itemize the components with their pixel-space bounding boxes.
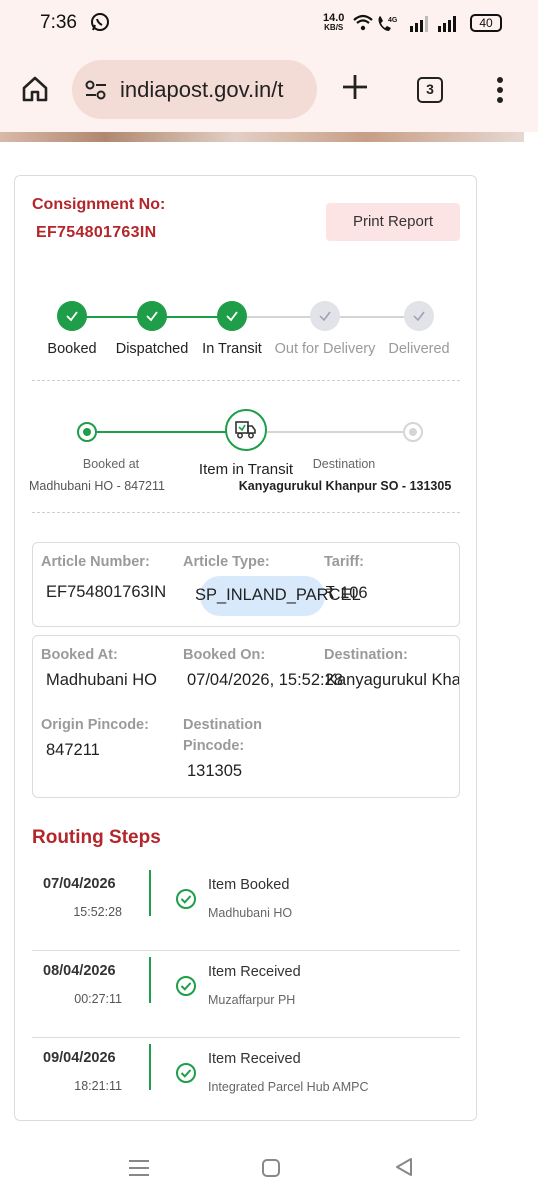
step-out-for-delivery-check-icon (310, 301, 340, 331)
routing-steps-heading: Routing Steps (32, 827, 161, 848)
booked-at-label: Booked At: (41, 647, 118, 663)
network-speed: 14.0 KB/S (323, 13, 344, 33)
speed-value: 14.0 (323, 12, 345, 24)
routing-step-location: Muzaffarpur PH (208, 993, 296, 1007)
routing-step-date: 08/04/2026 (43, 963, 116, 979)
consignment-number: EF754801763IN (36, 224, 157, 241)
step-in-transit-check-icon (217, 301, 247, 331)
destination-office-value: Kanyagurukul Khanpur SO (326, 671, 459, 689)
booked-at-value: Madhubani HO (46, 671, 157, 689)
check-circle-icon (175, 975, 197, 1002)
article-number-label: Article Number: (41, 554, 150, 570)
routing-step-event: Item Received (208, 1051, 301, 1067)
whatsapp-icon (90, 12, 110, 37)
routing-step-event: Item Received (208, 964, 301, 980)
home-button-icon[interactable] (261, 1158, 281, 1183)
routing-step-location: Integrated Parcel Hub AMPC (208, 1080, 369, 1094)
routing-step-location: Madhubani HO (208, 906, 293, 920)
routing-step-event: Item Booked (208, 877, 290, 893)
check-circle-icon (175, 888, 197, 915)
print-report-button[interactable]: Print Report (326, 203, 460, 241)
clock: 7:36 (40, 12, 77, 33)
consignment-label: Consignment No: (32, 196, 166, 213)
origin-pincode-value: 847211 (46, 741, 100, 759)
article-info-box: Article Number: EF754801763IN Article Ty… (32, 542, 460, 627)
url-text: indiapost.gov.in/t (120, 77, 284, 102)
recent-apps-icon[interactable] (128, 1158, 150, 1183)
home-icon[interactable] (20, 74, 50, 109)
routing-step: 09/04/2026 18:21:11 Item Received Integr… (32, 1038, 460, 1120)
article-type-label: Article Type: (183, 554, 270, 570)
route-remaining-line (267, 431, 413, 433)
tariff-value: ₹ 106 (325, 584, 368, 602)
status-bar: 7:36 14.0 KB/S 4G 40 (0, 0, 538, 48)
destination-label: Destination (312, 457, 376, 471)
address-bar[interactable]: indiapost.gov.in/t (72, 60, 317, 119)
origin-marker-icon (77, 422, 97, 442)
speed-unit: KB/S (324, 23, 344, 32)
routing-step-date: 07/04/2026 (43, 876, 116, 892)
progress-stepper: Booked Dispatched In Transit Out for Del… (15, 296, 476, 366)
routing-step-time: 18:21:11 (74, 1079, 122, 1093)
destination-pincode-label-line2: Pincode: (183, 738, 245, 754)
origin-pincode-label: Origin Pincode: (41, 717, 149, 733)
browser-toolbar: indiapost.gov.in/t 3 (0, 48, 538, 132)
battery-icon: 40 (470, 14, 502, 32)
destination-value: Kanyagurukul Khanpur SO - 131305 (238, 479, 452, 493)
signal-2-icon (438, 16, 456, 32)
routing-step-time: 00:27:11 (74, 992, 122, 1006)
svg-text:4G: 4G (388, 17, 398, 24)
step-dispatched-check-icon (137, 301, 167, 331)
step-label-dispatched: Dispatched (115, 341, 189, 357)
step-booked-check-icon (57, 301, 87, 331)
routing-step-bar (149, 1044, 151, 1090)
booked-on-label: Booked On: (183, 647, 266, 663)
divider (32, 512, 460, 513)
check-circle-icon (175, 1062, 197, 1089)
route-summary: Booked at Madhubani HO - 847211 Item in … (15, 404, 476, 494)
divider (32, 380, 460, 381)
routing-step-date: 09/04/2026 (43, 1050, 116, 1066)
signal-icons: 4G (352, 12, 464, 39)
booked-on-value: 07/04/2026, 15:52:28 (187, 671, 343, 689)
signal-1-icon (410, 16, 428, 32)
routing-step-time: 15:52:28 (73, 905, 122, 919)
step-label-delivered: Delivered (388, 341, 450, 357)
routing-step-bar (149, 957, 151, 1003)
hero-image-strip (0, 132, 524, 142)
tracking-card: Consignment No: EF754801763IN Print Repo… (14, 175, 477, 1121)
routing-step: 08/04/2026 00:27:11 Item Received Muzaff… (32, 951, 460, 1038)
origin-value: Madhubani HO - 847211 (29, 479, 165, 493)
back-icon[interactable] (394, 1157, 414, 1182)
site-settings-icon[interactable] (84, 79, 108, 106)
more-menu-icon[interactable] (495, 76, 505, 109)
step-label-in-transit: In Transit (202, 341, 262, 357)
tab-switcher-button[interactable]: 3 (417, 77, 443, 103)
routing-step-bar (149, 870, 151, 916)
booking-info-box: Booked At: Madhubani HO Booked On: 07/04… (32, 635, 460, 798)
wifi-icon (353, 14, 373, 31)
step-label-booked: Booked (47, 341, 97, 357)
system-navigation-bar (0, 1132, 538, 1200)
call-icon: 4G (378, 16, 398, 31)
tariff-label: Tariff: (324, 554, 365, 570)
routing-step: 07/04/2026 15:52:28 Item Booked Madhuban… (32, 864, 460, 951)
article-number-value: EF754801763IN (46, 583, 167, 601)
step-delivered-check-icon (404, 301, 434, 331)
step-label-out-for-delivery: Out for Delivery (274, 341, 376, 357)
truck-icon (225, 409, 267, 451)
destination-pincode-label-line1: Destination (183, 717, 262, 733)
destination-office-label: Destination: (324, 647, 408, 663)
new-tab-icon[interactable] (340, 72, 370, 107)
origin-label: Booked at (82, 457, 140, 471)
current-status-label: Item in Transit (198, 461, 294, 478)
destination-pincode-value: 131305 (187, 762, 243, 780)
destination-marker-icon (403, 422, 423, 442)
